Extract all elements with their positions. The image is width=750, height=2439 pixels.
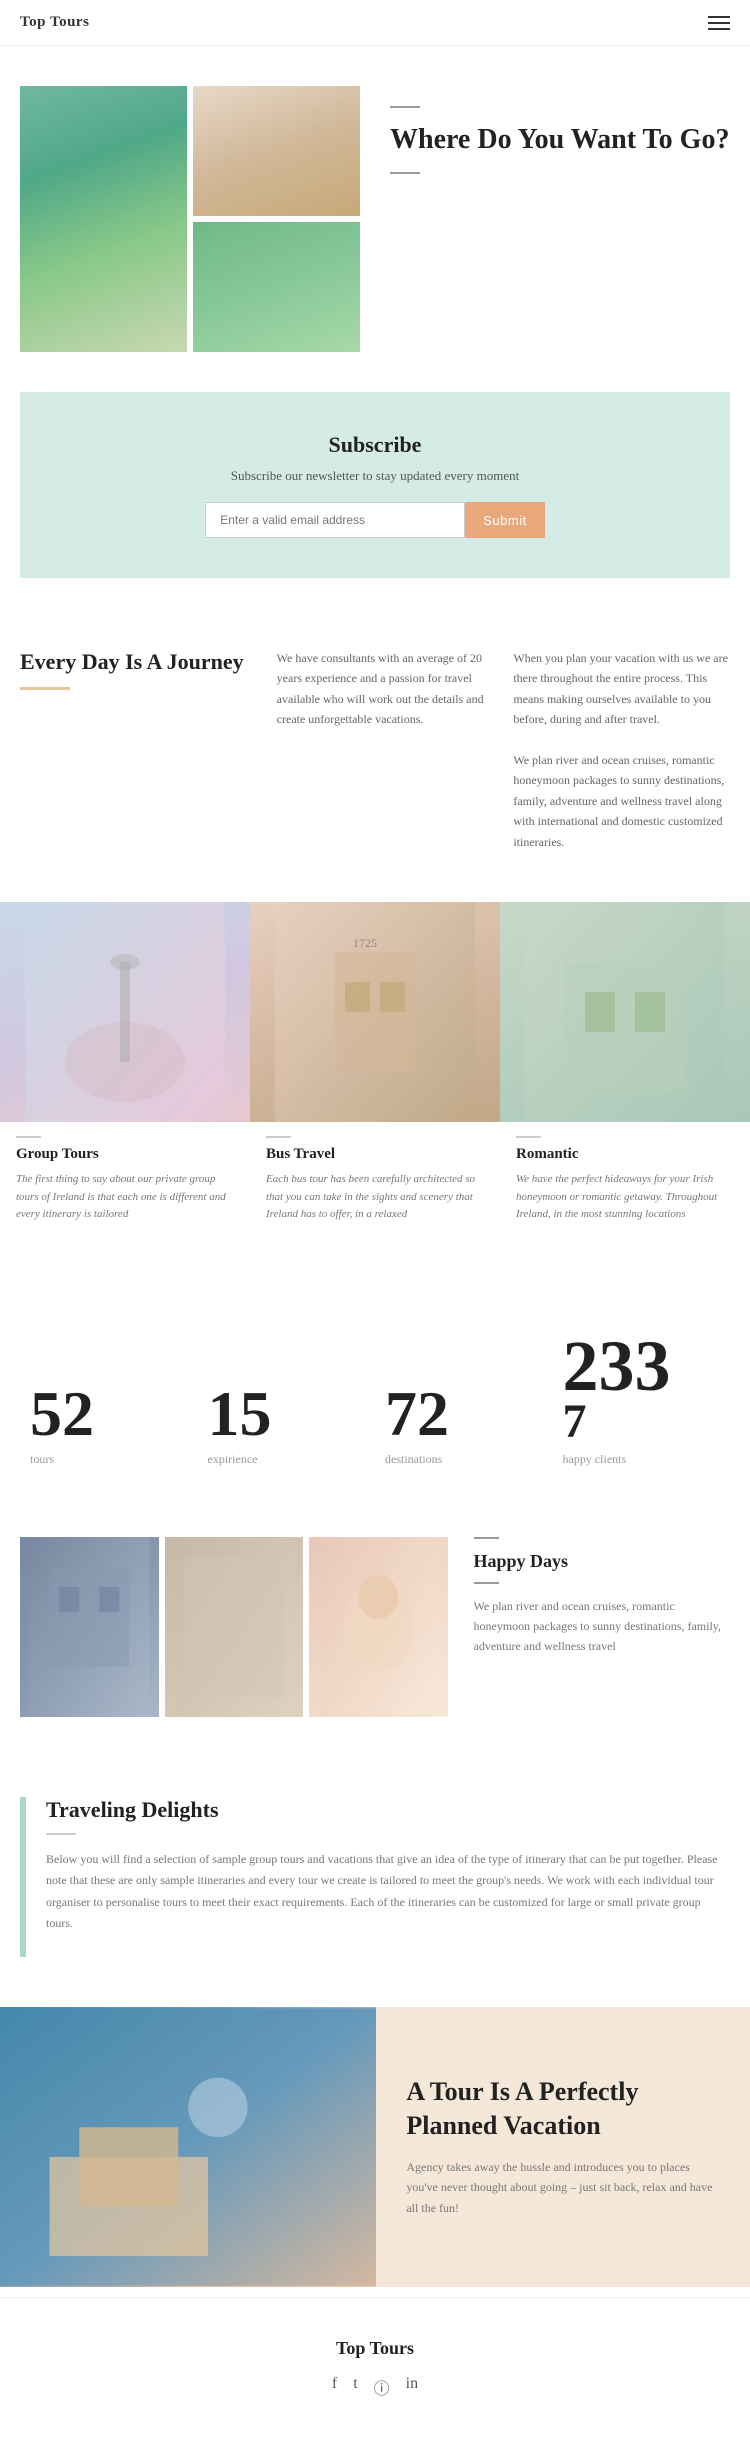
stats-section: 52 tours 15 expirience 72 destinations 2… bbox=[0, 1280, 750, 1517]
delights-accent bbox=[20, 1797, 26, 1957]
happy-text: Happy Days We plan river and ocean cruis… bbox=[464, 1537, 731, 1717]
journey-section: Every Day Is A Journey We have consultan… bbox=[0, 598, 750, 902]
delights-section: Traveling Delights Below you will find a… bbox=[0, 1757, 750, 1997]
tour-image-2: 1725 bbox=[250, 902, 500, 1122]
stat-experience: 15 expirience bbox=[198, 1382, 376, 1467]
hero-divider-top bbox=[390, 106, 420, 108]
hero-divider-bottom bbox=[390, 172, 420, 174]
header: Top Tours bbox=[0, 0, 750, 46]
social-instagram[interactable]: ⓘ bbox=[374, 2375, 390, 2399]
vacation-text-box: A Tour Is A Perfectly Planned Vacation A… bbox=[376, 2007, 750, 2287]
journey-title: Every Day Is A Journey bbox=[20, 648, 247, 677]
hero-image-1 bbox=[20, 86, 187, 352]
tour-image-3 bbox=[500, 902, 750, 1122]
tour-divider-1 bbox=[16, 1136, 41, 1138]
journey-right: We have consultants with an average of 2… bbox=[277, 648, 730, 852]
tours-section: Group Tours The first thing to say about… bbox=[0, 902, 750, 1280]
journey-col-2: When you plan your vacation with us we a… bbox=[513, 648, 730, 852]
subscribe-section: Subscribe Subscribe our newsletter to st… bbox=[20, 392, 730, 578]
vacation-image bbox=[0, 2007, 376, 2287]
vacation-text: Agency takes away the hussle and introdu… bbox=[406, 2157, 720, 2218]
happy-image-3 bbox=[309, 1537, 448, 1717]
journey-accent bbox=[20, 687, 70, 690]
happy-image-2 bbox=[165, 1537, 304, 1717]
hero-image-2 bbox=[193, 86, 360, 216]
social-facebook[interactable]: f bbox=[332, 2375, 337, 2399]
delights-divider bbox=[46, 1833, 76, 1835]
footer-social: f t ⓘ in bbox=[20, 2375, 730, 2399]
tour-card-content-1: Group Tours The first thing to say about… bbox=[0, 1122, 250, 1240]
stat-destinations-label: destinations bbox=[385, 1452, 543, 1467]
stat-tours-number: 52 bbox=[30, 1382, 188, 1446]
hero-section: Where Do You Want To Go? bbox=[0, 46, 750, 372]
tour-image-1 bbox=[0, 902, 250, 1122]
tour-title-3: Romantic bbox=[516, 1146, 734, 1163]
stat-destinations: 72 destinations bbox=[375, 1382, 553, 1467]
happy-days-section: Happy Days We plan river and ocean cruis… bbox=[0, 1517, 750, 1737]
svg-text:1725: 1725 bbox=[353, 936, 377, 950]
delights-title: Traveling Delights bbox=[46, 1797, 730, 1823]
happy-text-content: We plan river and ocean cruises, romanti… bbox=[474, 1596, 731, 1657]
stat-tours-label: tours bbox=[30, 1452, 188, 1467]
tour-card-3: Romantic We have the perfect hideaways f… bbox=[500, 902, 750, 1240]
happy-divider-bottom bbox=[474, 1582, 499, 1584]
tour-card-1: Group Tours The first thing to say about… bbox=[0, 902, 250, 1240]
footer: Top Tours f t ⓘ in bbox=[0, 2297, 750, 2439]
tour-divider-2 bbox=[266, 1136, 291, 1138]
stat-clients: 233 7 happy clients bbox=[553, 1330, 731, 1467]
hero-text: Where Do You Want To Go? bbox=[380, 86, 730, 174]
tour-text-2: Each bus tour has been carefully archite… bbox=[266, 1171, 484, 1224]
journey-col-1: We have consultants with an average of 2… bbox=[277, 648, 494, 852]
vacation-title: A Tour Is A Perfectly Planned Vacation bbox=[406, 2075, 720, 2143]
subscribe-form: Submit bbox=[50, 502, 700, 538]
journey-left: Every Day Is A Journey bbox=[20, 648, 247, 852]
vacation-section: A Tour Is A Perfectly Planned Vacation A… bbox=[0, 2007, 750, 2287]
delights-text: Below you will find a selection of sampl… bbox=[46, 1849, 730, 1935]
happy-divider-top bbox=[474, 1537, 499, 1539]
social-linkedin[interactable]: in bbox=[406, 2375, 418, 2399]
tour-title-2: Bus Travel bbox=[266, 1146, 484, 1163]
happy-images bbox=[20, 1537, 448, 1717]
subscribe-description: Subscribe our newsletter to stay updated… bbox=[50, 468, 700, 484]
stat-destinations-number: 72 bbox=[385, 1382, 543, 1446]
stat-experience-number: 15 bbox=[208, 1382, 366, 1446]
subscribe-submit-button[interactable]: Submit bbox=[465, 502, 544, 538]
stat-tours: 52 tours bbox=[20, 1382, 198, 1467]
tour-card-content-3: Romantic We have the perfect hideaways f… bbox=[500, 1122, 750, 1240]
stat-experience-label: expirience bbox=[208, 1452, 366, 1467]
tour-text-3: We have the perfect hideaways for your I… bbox=[516, 1171, 734, 1224]
hero-title: Where Do You Want To Go? bbox=[390, 122, 730, 158]
stat-clients-big: 233 bbox=[563, 1330, 721, 1402]
tour-title-1: Group Tours bbox=[16, 1146, 234, 1163]
tour-card-content-2: Bus Travel Each bus tour has been carefu… bbox=[250, 1122, 500, 1240]
subscribe-title: Subscribe bbox=[50, 432, 700, 458]
tour-text-1: The first thing to say about our private… bbox=[16, 1171, 234, 1224]
hero-image-3 bbox=[193, 222, 360, 352]
stat-clients-label: happy clients bbox=[563, 1452, 721, 1467]
hamburger-menu[interactable] bbox=[708, 16, 730, 30]
tour-divider-3 bbox=[516, 1136, 541, 1138]
logo: Top Tours bbox=[20, 14, 89, 31]
subscribe-email-input[interactable] bbox=[205, 502, 465, 538]
footer-logo: Top Tours bbox=[20, 2338, 730, 2359]
happy-image-1 bbox=[20, 1537, 159, 1717]
social-twitter[interactable]: t bbox=[353, 2375, 357, 2399]
tour-card-2: 1725 Bus Travel Each bus tour has been c… bbox=[250, 902, 500, 1240]
delights-content: Traveling Delights Below you will find a… bbox=[46, 1797, 730, 1957]
hero-images bbox=[20, 86, 360, 352]
happy-title: Happy Days bbox=[474, 1551, 731, 1572]
